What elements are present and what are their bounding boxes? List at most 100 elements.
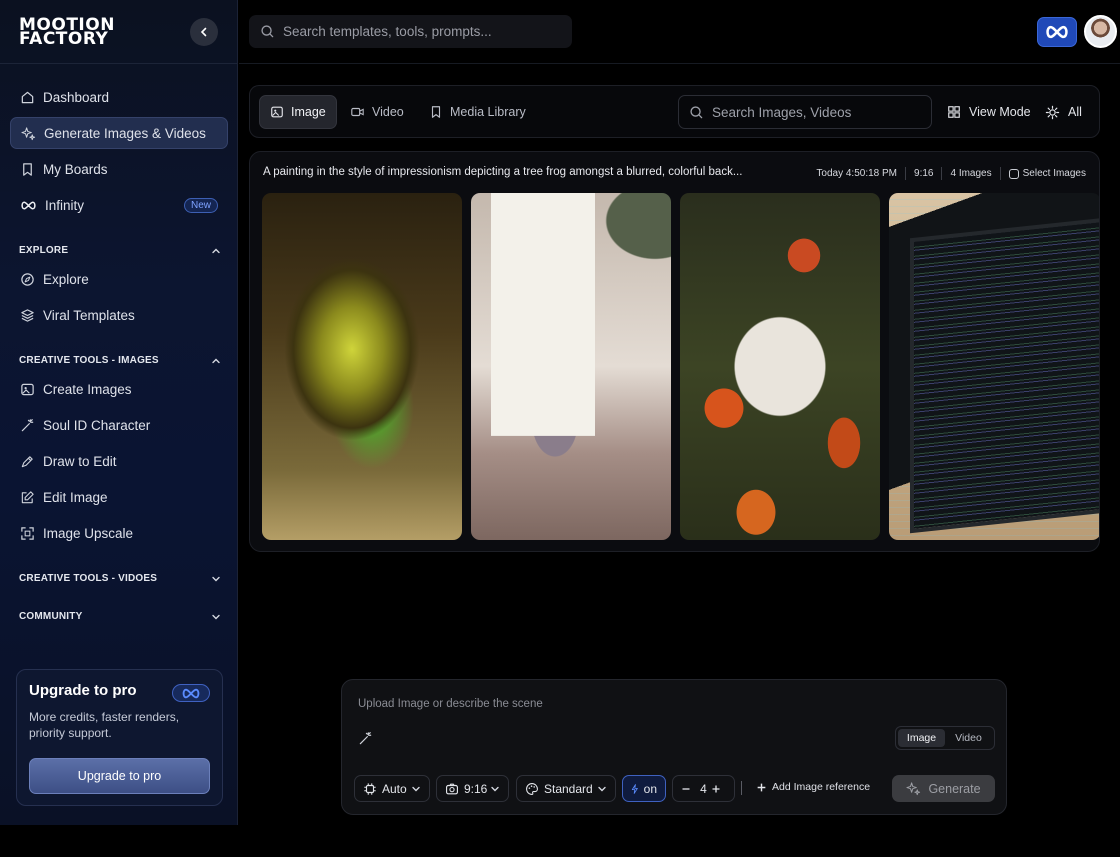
infinity-button[interactable]: [1037, 17, 1077, 47]
tab-video[interactable]: Video: [340, 95, 414, 129]
generation-count: 4 Images: [950, 168, 992, 179]
chevron-down-icon: [412, 786, 420, 791]
upscale-icon: [21, 526, 34, 540]
select-images-link[interactable]: Select Images: [1023, 168, 1086, 179]
section-community-header[interactable]: COMMUNITY: [19, 611, 221, 622]
add-image-reference-button[interactable]: Add Image reference: [756, 781, 870, 793]
collapse-sidebar-button[interactable]: [190, 17, 218, 46]
nav-item-create-images[interactable]: Create Images: [10, 373, 228, 405]
filter-all-button[interactable]: All: [1045, 95, 1082, 129]
divider: [999, 167, 1001, 180]
mode-video[interactable]: Video: [945, 729, 992, 747]
image-icon: [271, 106, 283, 118]
quantity-value: 4: [700, 781, 707, 796]
generated-image-4[interactable]: [889, 193, 1099, 540]
nav-label: Viral Templates: [43, 307, 135, 323]
generation-card: A painting in the style of impressionism…: [249, 151, 1100, 552]
nav-label: Draw to Edit: [43, 453, 117, 469]
sun-icon: [1045, 105, 1060, 119]
tab-label: Video: [372, 105, 404, 119]
nav-item-image-upscale[interactable]: Image Upscale: [10, 517, 228, 549]
user-avatar[interactable]: [1084, 15, 1117, 48]
nav-item-dashboard[interactable]: Dashboard: [10, 81, 228, 113]
tab-image[interactable]: Image: [259, 95, 337, 129]
mode-image[interactable]: Image: [898, 729, 945, 747]
camera-icon: [446, 783, 458, 794]
grid-icon: [948, 106, 960, 118]
chevron-down-icon: [598, 786, 606, 791]
upgrade-button[interactable]: Upgrade to pro: [29, 758, 210, 794]
quality-label: Standard: [544, 781, 593, 796]
generated-image-3[interactable]: [680, 193, 880, 540]
compass-icon: [21, 272, 34, 286]
nav-item-viral-templates[interactable]: Viral Templates: [10, 299, 228, 331]
nav-item-edit-image[interactable]: Edit Image: [10, 481, 228, 513]
nav-item-draw-to-edit[interactable]: Draw to Edit: [10, 445, 228, 477]
generated-image-2[interactable]: [471, 193, 671, 540]
generate-button[interactable]: Generate: [892, 775, 995, 802]
nav-item-generate[interactable]: Generate Images & Videos: [10, 117, 228, 149]
nav-label: My Boards: [43, 161, 108, 177]
nav-label: Dashboard: [43, 89, 110, 105]
chevron-up-icon: [212, 358, 220, 363]
generation-ratio: 9:16: [914, 168, 934, 179]
magic-prompt-button[interactable]: [358, 731, 373, 751]
divider: [905, 167, 907, 180]
sparkles-icon: [21, 126, 36, 140]
palette-icon: [526, 782, 538, 795]
chevron-left-icon: [200, 27, 207, 36]
nav-item-soul-id-character[interactable]: Soul ID Character: [10, 409, 228, 441]
chevron-down-icon: [491, 786, 499, 791]
select-checkbox[interactable]: [1008, 168, 1019, 179]
library-search-input[interactable]: Search Images, Videos: [678, 95, 932, 129]
infinity-icon: [182, 688, 200, 698]
auto-dropdown[interactable]: Auto: [354, 775, 430, 802]
image-icon: [21, 383, 34, 395]
section-title: EXPLORE: [19, 245, 69, 256]
mode-toggle: Image Video: [895, 726, 995, 750]
prompt-composer: Upload Image or describe the scene Image…: [341, 679, 1007, 815]
quantity-stepper: 4: [672, 775, 735, 802]
sidebar: MOOTION FACTORY Dashboard Generate Image…: [0, 0, 238, 825]
prompt-input[interactable]: Upload Image or describe the scene: [358, 698, 543, 710]
tab-media-library[interactable]: Media Library: [419, 95, 536, 129]
nav-label: Infinity: [45, 197, 85, 213]
minus-icon[interactable]: [681, 784, 691, 794]
view-mode-button[interactable]: View Mode: [947, 95, 1031, 129]
generation-time: Today 4:50:18 PM: [816, 168, 898, 179]
chevron-down-icon: [212, 614, 220, 619]
section-explore-header[interactable]: EXPLORE: [19, 245, 221, 256]
section-images-header[interactable]: CREATIVE TOOLS - IMAGES: [19, 355, 221, 366]
new-badge: New: [183, 197, 218, 213]
bookmark-icon: [23, 162, 32, 176]
tab-label: Media Library: [450, 105, 526, 119]
global-search-input[interactable]: Search templates, tools, prompts...: [249, 15, 572, 48]
nav-item-explore[interactable]: Explore: [10, 263, 228, 295]
brand-logo[interactable]: MOOTION FACTORY: [19, 16, 115, 47]
top-bar: Search templates, tools, prompts...: [239, 0, 1120, 64]
divider: [941, 167, 943, 180]
layers-icon: [21, 308, 34, 322]
plus-icon: [757, 783, 766, 791]
section-videos-header[interactable]: CREATIVE TOOLS - VIDOES: [19, 573, 221, 584]
divider: [741, 781, 742, 795]
upgrade-card: Upgrade to pro More credits, faster rend…: [16, 669, 223, 806]
ratio-label: 9:16: [464, 781, 488, 796]
infinity-badge: [172, 684, 210, 702]
bookmark-icon: [431, 106, 441, 118]
quality-dropdown[interactable]: Standard: [516, 775, 616, 802]
generated-image-1[interactable]: [262, 193, 462, 540]
chevron-down-icon: [212, 576, 220, 581]
infinity-icon: [1046, 25, 1068, 39]
nav-label: Image Upscale: [43, 525, 134, 541]
search-icon: [261, 25, 274, 38]
upgrade-description: More credits, faster renders, priority s…: [29, 710, 180, 740]
nav-item-my-boards[interactable]: My Boards: [10, 153, 228, 185]
view-mode-label: View Mode: [969, 105, 1031, 119]
ratio-dropdown[interactable]: 9:16: [436, 775, 509, 802]
chevron-up-icon: [212, 248, 220, 253]
boost-toggle[interactable]: on: [622, 775, 666, 802]
nav-item-infinity[interactable]: Infinity New: [10, 189, 228, 221]
boost-label: on: [643, 781, 657, 796]
plus-icon[interactable]: [711, 784, 721, 794]
